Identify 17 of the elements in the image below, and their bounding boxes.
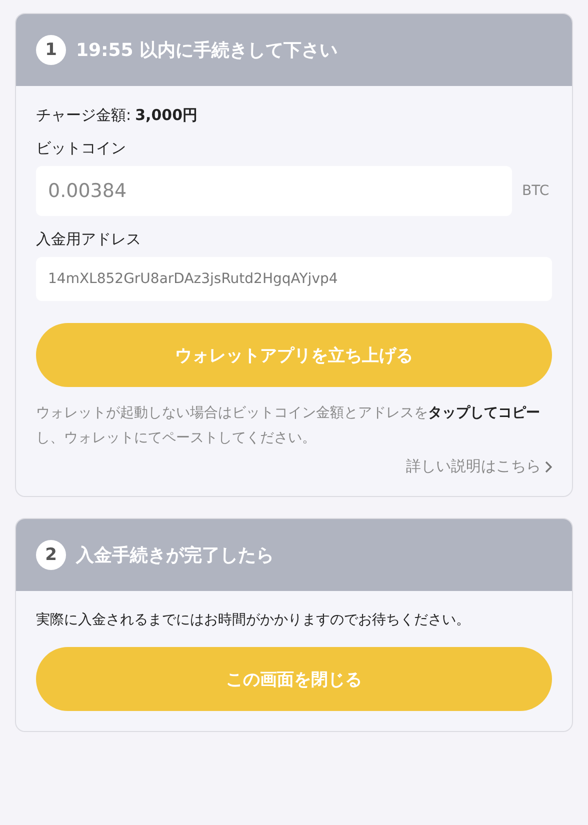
address-label: 入金用アドレス xyxy=(36,230,142,249)
bitcoin-amount-field[interactable]: 0.00384 xyxy=(36,166,512,216)
step-number: 1 xyxy=(36,35,66,65)
unit-label: BTC xyxy=(522,183,550,199)
details-link[interactable]: 詳しい説明はこちら xyxy=(406,457,552,476)
step-title: 19:55 以内に手続きして下さい xyxy=(76,39,338,62)
instruction-text: ウォレットが起動しない場合はビットコイン金額とアドレスをタップしてコピーし、ウォレットにてペーストしてください。 xyxy=(36,404,541,448)
charge-amount: 3,000円 xyxy=(135,106,198,125)
open-wallet-button[interactable]: ウォレットアプリを立ち上げる xyxy=(36,323,552,387)
info-text: 実際に入金されるまでにはお時間がかかりますのでお待ちください。 xyxy=(36,611,471,629)
step-title: 入金手続きが完了したら xyxy=(76,544,274,567)
close-screen-button[interactable]: この画面を閉じる xyxy=(36,647,552,711)
step-number: 2 xyxy=(36,540,66,570)
charge-label: チャージ金額: xyxy=(36,106,132,125)
bitcoin-label: ビットコイン xyxy=(36,139,127,158)
chevron-right-icon xyxy=(545,460,552,472)
address-field[interactable]: 14mXL852GrU8arDAz3jsRutd2HgqAYjvp4 xyxy=(36,257,552,301)
